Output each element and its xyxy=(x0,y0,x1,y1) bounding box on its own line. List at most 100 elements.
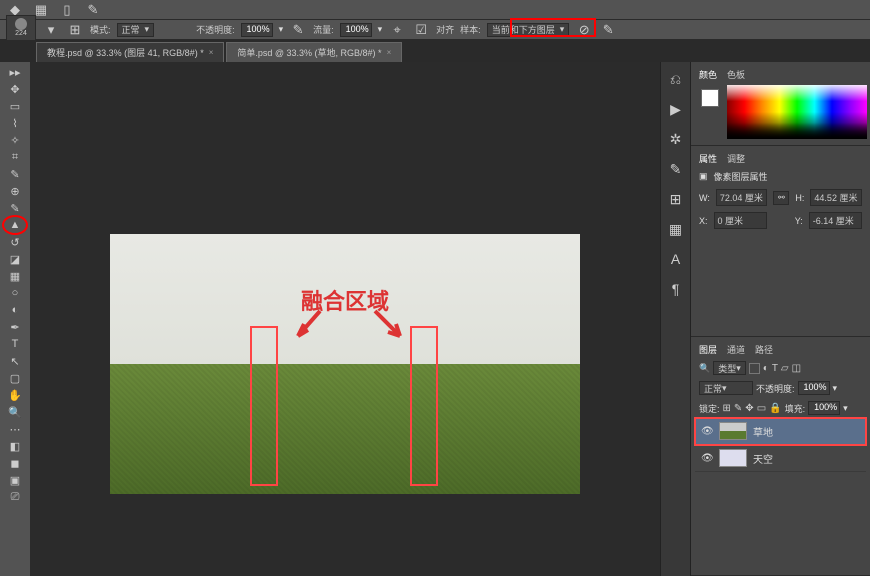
gradient-tool[interactable]: ▦ xyxy=(4,268,26,284)
brush-tool[interactable]: ✎ xyxy=(4,200,26,216)
lock-nest-icon[interactable]: ▭ xyxy=(757,403,766,414)
fg-bg-swap[interactable]: ◧ xyxy=(4,438,26,454)
filter-kind-select[interactable]: 类型 ▾ xyxy=(713,361,746,375)
chevron-down-icon[interactable]: ▾ xyxy=(378,24,383,35)
brush-preset-icon[interactable]: ▾ xyxy=(42,21,60,39)
ignore-adj-icon[interactable]: ⊘ xyxy=(575,21,593,39)
brushes-icon[interactable]: ✎ xyxy=(665,158,687,180)
lasso-tool[interactable]: ⌇ xyxy=(4,115,26,131)
zoom-tool[interactable]: 🔍 xyxy=(4,404,26,420)
chevron-down-icon[interactable]: ▾ xyxy=(843,403,848,414)
filter-shape-icon[interactable]: ▱ xyxy=(781,363,789,374)
layers-tabs[interactable]: 图层 通道 路径 xyxy=(695,341,866,358)
annotation-rect-1 xyxy=(250,326,278,486)
toolbar: ▸▸ ✥ ▭ ⌇ ✧ ⌗ ✎ ⊕ ✎ ▲ ↺ ◪ ▦ ○ ◐ ✒ T ↖ ▢ ✋… xyxy=(0,62,30,576)
y-field[interactable]: -6.14 厘米 xyxy=(809,212,862,229)
doc-tab[interactable]: 简单.psd @ 33.3% (草地, RGB/8#) *× xyxy=(226,42,402,62)
opacity-input[interactable]: 100% xyxy=(241,23,273,37)
brush-panel-icon[interactable]: ⊞ xyxy=(66,21,84,39)
quickmask-tool[interactable]: ▣ xyxy=(4,472,26,488)
annotation-arrow-right xyxy=(370,306,410,346)
swatches-icon[interactable]: ▦ xyxy=(665,218,687,240)
type-tool[interactable]: T xyxy=(4,336,26,352)
lock-paint-icon[interactable]: ✎ xyxy=(734,403,742,414)
flow-input[interactable]: 100% xyxy=(340,23,372,37)
properties-tabs[interactable]: 属性 调整 xyxy=(695,150,866,167)
close-icon[interactable]: × xyxy=(387,48,392,57)
para-icon[interactable]: ¶ xyxy=(665,278,687,300)
filter-pixel-icon[interactable] xyxy=(749,363,760,374)
layer-row[interactable]: 👁 天空 xyxy=(695,445,866,472)
file-icon[interactable]: ▯ xyxy=(58,1,76,19)
eraser-tool[interactable]: ◪ xyxy=(4,251,26,267)
fg-bg-swatch[interactable] xyxy=(697,85,723,139)
x-field[interactable]: 0 厘米 xyxy=(714,212,767,229)
blur-tool[interactable]: ○ xyxy=(4,285,26,301)
h-field[interactable]: 44.52 厘米 xyxy=(810,189,862,206)
rect-tool[interactable]: ▢ xyxy=(4,370,26,386)
color-panel-tabs[interactable]: 颜色 色板 xyxy=(695,66,866,83)
pressure-size-icon[interactable]: ✎ xyxy=(599,21,617,39)
lock-label: 锁定: xyxy=(699,402,720,415)
color-picker[interactable] xyxy=(727,85,867,139)
filter-icon[interactable]: 🔍 xyxy=(699,363,710,374)
screenmode-tool[interactable]: ⎚ xyxy=(4,489,26,505)
hand-tool[interactable]: ✋ xyxy=(4,387,26,403)
layer-thumb[interactable] xyxy=(719,449,747,467)
arrange-icon[interactable]: ▸▸ xyxy=(4,64,26,80)
blend-mode-select[interactable]: 正常 ▾ xyxy=(699,381,753,395)
move-tool[interactable]: ✥ xyxy=(4,81,26,97)
healing-tool[interactable]: ⊕ xyxy=(4,183,26,199)
properties-title: 像素图层属性 xyxy=(714,170,768,183)
wand-tool[interactable]: ✧ xyxy=(4,132,26,148)
filter-smart-icon[interactable]: ◫ xyxy=(792,363,801,374)
annotation-arrow-left xyxy=(290,306,330,346)
chevron-down-icon[interactable]: ▾ xyxy=(279,24,284,35)
pen-tool[interactable]: ✒ xyxy=(4,319,26,335)
fill-label: 填充: xyxy=(785,402,806,415)
dodge-tool[interactable]: ◐ xyxy=(4,302,26,318)
edit-icon[interactable]: ✎ xyxy=(84,1,102,19)
clone-source-icon[interactable]: ⊞ xyxy=(665,188,687,210)
collapsed-panels: ⎌ ▶ ✲ ✎ ⊞ ▦ A ¶ xyxy=(660,62,690,576)
eyedropper-tool[interactable]: ✎ xyxy=(4,166,26,182)
visibility-icon[interactable]: 👁 xyxy=(701,426,713,437)
sample-select[interactable]: 当前和下方图层 ▾ xyxy=(487,23,570,37)
document-canvas: 融合区域 xyxy=(110,234,580,494)
pressure-opacity-icon[interactable]: ✎ xyxy=(289,21,307,39)
layer-thumb[interactable] xyxy=(719,422,747,440)
path-select-tool[interactable]: ↖ xyxy=(4,353,26,369)
marquee-tool[interactable]: ▭ xyxy=(4,98,26,114)
fill-input[interactable]: 100% xyxy=(808,401,840,415)
doc-tab[interactable]: 教程.psd @ 33.3% (图层 41, RGB/8#) *× xyxy=(36,42,224,62)
fg-bg-colors[interactable]: ◼ xyxy=(4,455,26,471)
lock-pos-icon[interactable]: ✥ xyxy=(745,403,753,414)
clone-stamp-tool[interactable]: ▲ xyxy=(4,217,26,233)
w-field[interactable]: 72.04 厘米 xyxy=(716,189,768,206)
airbrush-icon[interactable]: ⌖ xyxy=(388,21,406,39)
history-brush-tool[interactable]: ↺ xyxy=(4,234,26,250)
chevron-down-icon[interactable]: ▾ xyxy=(833,383,838,394)
sample-label: 样本: xyxy=(460,23,481,36)
close-icon[interactable]: × xyxy=(209,48,214,57)
mode-select[interactable]: 正常 ▾ xyxy=(117,23,155,37)
flow-label: 流量: xyxy=(313,23,334,36)
crop-tool[interactable]: ⌗ xyxy=(4,149,26,165)
more-tool[interactable]: ⋯ xyxy=(4,421,26,437)
filter-type-icon[interactable]: T xyxy=(772,363,778,374)
brush-preview[interactable]: 224 xyxy=(6,15,36,41)
link-icon[interactable]: ⚯ xyxy=(773,191,789,205)
h-label: H: xyxy=(795,193,804,203)
brush-settings-icon[interactable]: ✲ xyxy=(665,128,687,150)
play-icon[interactable]: ▶ xyxy=(665,98,687,120)
layer-opacity-input[interactable]: 100% xyxy=(798,381,830,395)
history-icon[interactable]: ⎌ xyxy=(665,68,687,90)
char-icon[interactable]: A xyxy=(665,248,687,270)
visibility-icon[interactable]: 👁 xyxy=(701,453,713,464)
lock-trans-icon[interactable]: ⊞ xyxy=(723,403,731,414)
align-check-icon[interactable]: ☑ xyxy=(412,21,430,39)
lock-all-icon[interactable]: 🔒 xyxy=(769,403,781,414)
filter-adj-icon[interactable]: ◐ xyxy=(763,363,769,374)
layer-row[interactable]: 👁 草地 xyxy=(695,418,866,445)
canvas-area[interactable]: 融合区域 xyxy=(30,62,660,576)
